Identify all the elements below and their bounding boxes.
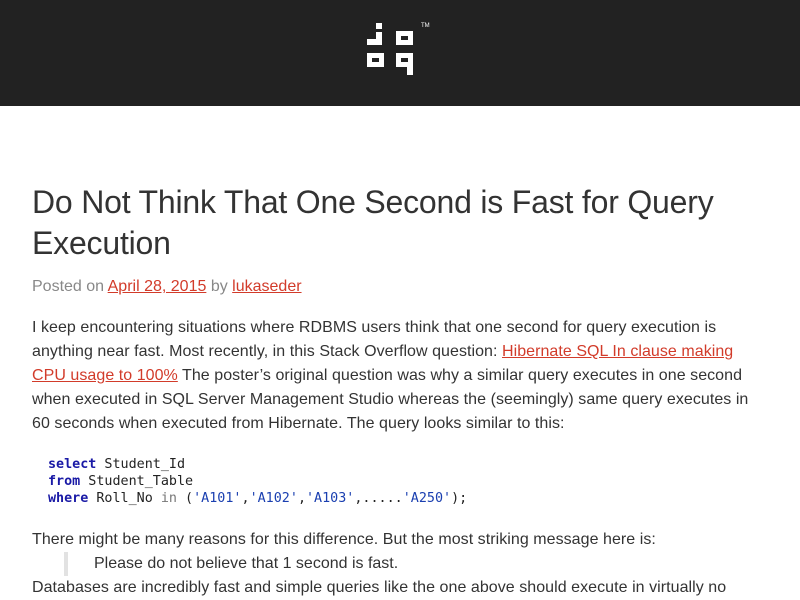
- sql-keyword: from: [48, 474, 81, 489]
- trademark-mark: TM: [421, 23, 430, 29]
- site-header: TM: [0, 0, 800, 106]
- sql-code-block: select Student_Id from Student_Table whe…: [32, 456, 768, 507]
- sql-text: );: [451, 491, 468, 506]
- sql-text: ,.....: [354, 491, 403, 506]
- sql-text: Student_Table: [80, 474, 194, 489]
- sql-string: 'A103': [306, 491, 355, 506]
- post-date-link[interactable]: April 28, 2015: [108, 278, 207, 295]
- sql-text: ,: [297, 491, 306, 506]
- sql-string: 'A102': [249, 491, 298, 506]
- closing-paragraph: Databases are incredibly fast and simple…: [32, 579, 727, 596]
- sql-operator: in: [160, 491, 177, 506]
- article: Do Not Think That One Second is Fast for…: [0, 182, 800, 600]
- author-link[interactable]: lukaseder: [232, 278, 301, 295]
- posted-on-label: Posted on: [32, 278, 105, 295]
- site-logo-link[interactable]: TM: [367, 0, 433, 78]
- sql-text: ,: [241, 491, 250, 506]
- sql-string: 'A101': [193, 491, 242, 506]
- sql-string: 'A250': [402, 491, 452, 506]
- intro-paragraph: I keep encountering situations where RDB…: [32, 316, 768, 436]
- reasons-paragraph: There might be many reasons for this dif…: [32, 531, 656, 548]
- sql-text: Student_Id: [96, 457, 186, 472]
- sql-keyword: where: [48, 491, 89, 506]
- by-label: by: [210, 278, 228, 295]
- post-meta: Posted on April 28, 2015 by lukaseder: [32, 276, 768, 298]
- pull-quote: Please do not believe that 1 second is f…: [64, 552, 768, 576]
- sql-text: Roll_No: [88, 491, 161, 506]
- sql-keyword: select: [48, 457, 97, 472]
- post-title: Do Not Think That One Second is Fast for…: [32, 184, 714, 261]
- jooq-logo-icon: TM: [367, 23, 430, 75]
- sql-text: (: [177, 491, 194, 506]
